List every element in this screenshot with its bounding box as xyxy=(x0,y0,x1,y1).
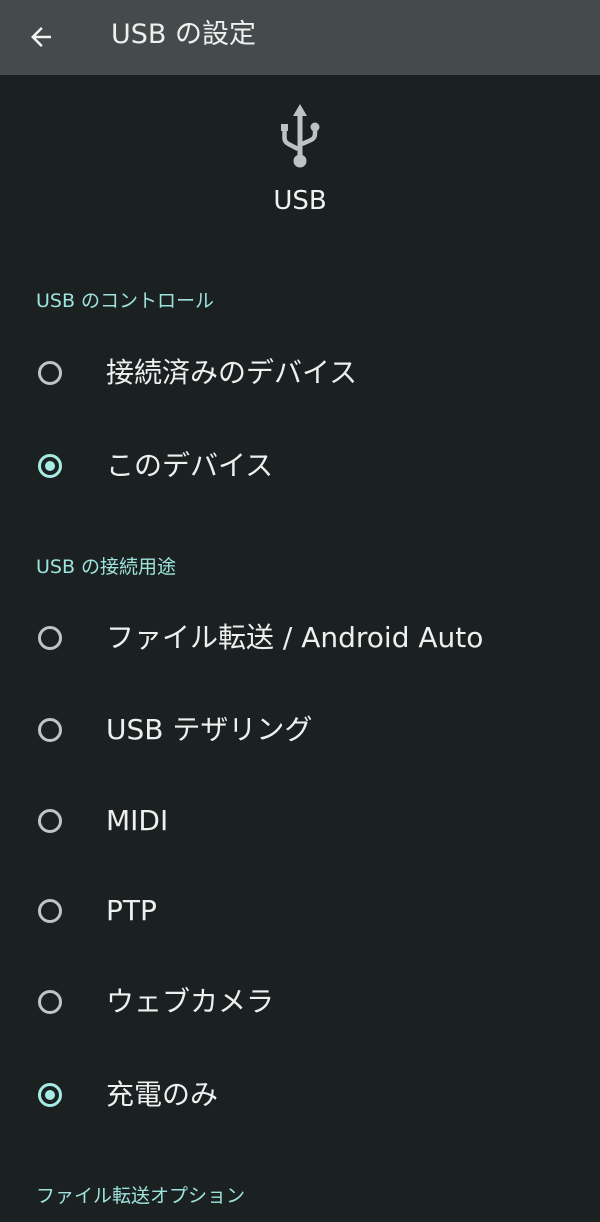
radio-button-unchecked[interactable] xyxy=(38,809,62,833)
radio-option-this-device[interactable]: このデバイス xyxy=(0,428,600,508)
radio-option-ptp[interactable]: PTP xyxy=(0,873,600,953)
radio-button-checked[interactable] xyxy=(38,454,62,478)
section-header-usb-purpose: USB の接続用途 xyxy=(36,556,177,578)
radio-label: USB テザリング xyxy=(106,713,313,746)
usb-icon xyxy=(281,104,320,168)
section-header-file-transfer-options: ファイル転送オプション xyxy=(36,1185,246,1207)
radio-option-usb-tethering[interactable]: USB テザリング xyxy=(0,692,600,772)
usb-title: USB xyxy=(273,186,327,216)
radio-button-checked[interactable] xyxy=(38,1083,62,1107)
radio-button-unchecked[interactable] xyxy=(38,990,62,1014)
radio-button-unchecked[interactable] xyxy=(38,899,62,923)
radio-option-connected-device[interactable]: 接続済みのデバイス xyxy=(0,335,600,415)
radio-option-file-transfer[interactable]: ファイル転送 / Android Auto xyxy=(0,600,600,680)
usb-header: USB xyxy=(0,98,600,228)
radio-label: 接続済みのデバイス xyxy=(106,356,358,389)
radio-button-unchecked[interactable] xyxy=(38,361,62,385)
radio-button-unchecked[interactable] xyxy=(38,718,62,742)
back-button[interactable] xyxy=(18,14,64,60)
radio-label: 充電のみ xyxy=(106,1078,219,1111)
radio-option-charging-only[interactable]: 充電のみ xyxy=(0,1057,600,1137)
section-header-usb-control: USB のコントロール xyxy=(36,290,215,312)
radio-label: ファイル転送 / Android Auto xyxy=(106,621,484,654)
arrow-back-icon xyxy=(31,27,51,47)
app-bar: USB の設定 xyxy=(0,0,600,75)
radio-label: MIDI xyxy=(106,804,169,837)
radio-label: ウェブカメラ xyxy=(106,985,275,1018)
page-title: USB の設定 xyxy=(111,19,257,50)
radio-button-unchecked[interactable] xyxy=(38,626,62,650)
radio-option-midi[interactable]: MIDI xyxy=(0,783,600,863)
radio-label: PTP xyxy=(106,894,157,927)
radio-option-webcam[interactable]: ウェブカメラ xyxy=(0,964,600,1044)
radio-label: このデバイス xyxy=(106,449,274,482)
